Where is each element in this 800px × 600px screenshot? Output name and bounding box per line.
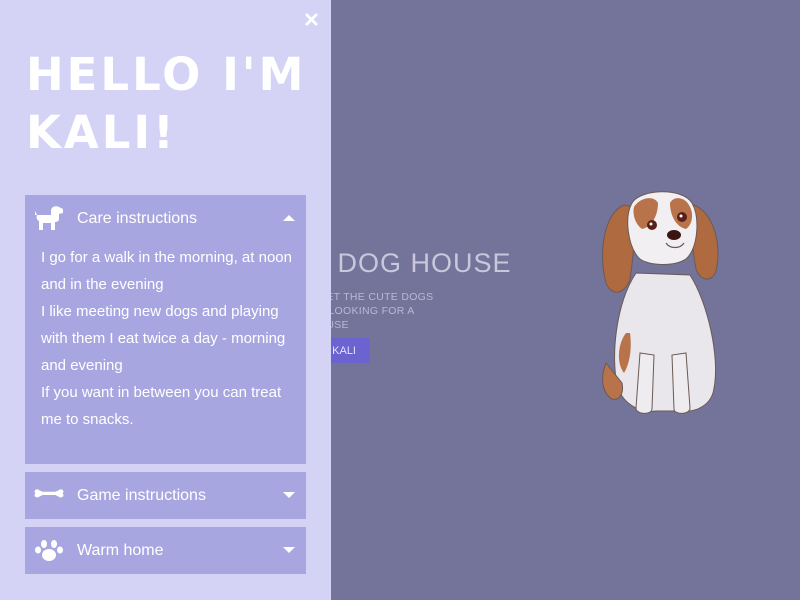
accordion-care-instructions: Care instructions I go for a walk in the…	[25, 195, 306, 464]
paw-icon	[35, 540, 63, 561]
chevron-down-icon	[283, 492, 295, 498]
accordion-game-instructions: Game instructions	[25, 472, 306, 519]
close-button[interactable]	[300, 8, 322, 30]
background-subtitle-line: RE LOOKING FOR A	[310, 305, 415, 317]
care-paragraph: I like meeting new dogs and playing with…	[41, 303, 286, 374]
side-panel: HELLO I'M KALI! Care instructions I go f…	[0, 0, 331, 600]
dog-icon	[35, 206, 63, 230]
background-subtitle-line: HOUSE	[310, 318, 460, 332]
accordion-header-game[interactable]: Game instructions	[25, 472, 306, 519]
accordion-body-care: I go for a walk in the morning, at noon …	[25, 242, 306, 449]
accordion-label-warm-home: Warm home	[77, 541, 164, 559]
chevron-down-icon	[283, 547, 295, 553]
close-icon	[304, 12, 318, 26]
background-subtitle: MEET THE CUTE DOGS RE LOOKING FOR A HOUS…	[310, 290, 460, 332]
care-paragraph: I go for a walk in the morning, at noon …	[41, 249, 292, 293]
accordion-warm-home: Warm home	[25, 527, 306, 574]
accordion-label-care: Care instructions	[77, 209, 198, 227]
care-paragraph: If you want in between you can treat me …	[41, 384, 282, 428]
bone-icon	[34, 489, 64, 498]
chevron-up-icon	[283, 215, 295, 221]
accordion-header-warm-home[interactable]: Warm home	[25, 527, 306, 574]
accordion-header-care[interactable]: Care instructions	[25, 195, 306, 242]
dog-illustration	[602, 191, 719, 414]
background-subtitle-line: MEET THE CUTE DOGS	[310, 291, 434, 303]
background-title: E DOG HOUSE	[310, 248, 512, 278]
page-title: HELLO I'M KALI!	[26, 48, 307, 159]
accordion-label-game: Game instructions	[77, 486, 206, 504]
